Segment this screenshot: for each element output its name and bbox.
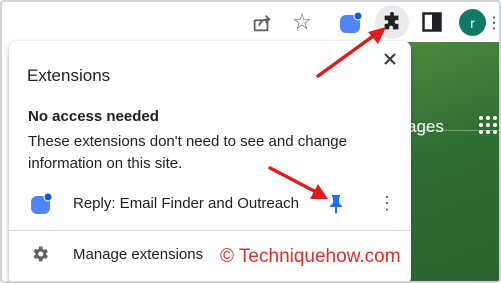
section-heading: No access needed [28, 108, 159, 125]
browser-more-menu-icon[interactable]: ⋮ [486, 12, 499, 34]
side-panel-icon[interactable] [421, 11, 443, 33]
manage-extensions-link[interactable]: Manage extensions [73, 246, 203, 263]
bookmark-star-icon[interactable]: ☆ [290, 10, 314, 34]
gear-icon[interactable] [30, 244, 50, 264]
profile-avatar[interactable]: r [459, 9, 486, 36]
browser-window: ☆ r ⋮ ages Extensions No access needed T… [0, 0, 501, 283]
divider [9, 230, 411, 231]
annotation-arrow-pin [268, 166, 328, 199]
reply-extension-icon[interactable] [30, 192, 54, 215]
watermark: © Techniquehow.com [220, 246, 401, 267]
extension-more-icon[interactable]: ⋮ [378, 192, 396, 214]
browser-toolbar: ☆ r ⋮ [2, 2, 499, 42]
apps-grid-icon[interactable] [478, 115, 498, 135]
webpage-background [402, 42, 499, 281]
share-icon[interactable] [250, 11, 274, 35]
annotation-arrow-puzzle [316, 27, 386, 78]
page-partial-text: ages [407, 117, 444, 136]
popup-title: Extensions [27, 66, 111, 85]
